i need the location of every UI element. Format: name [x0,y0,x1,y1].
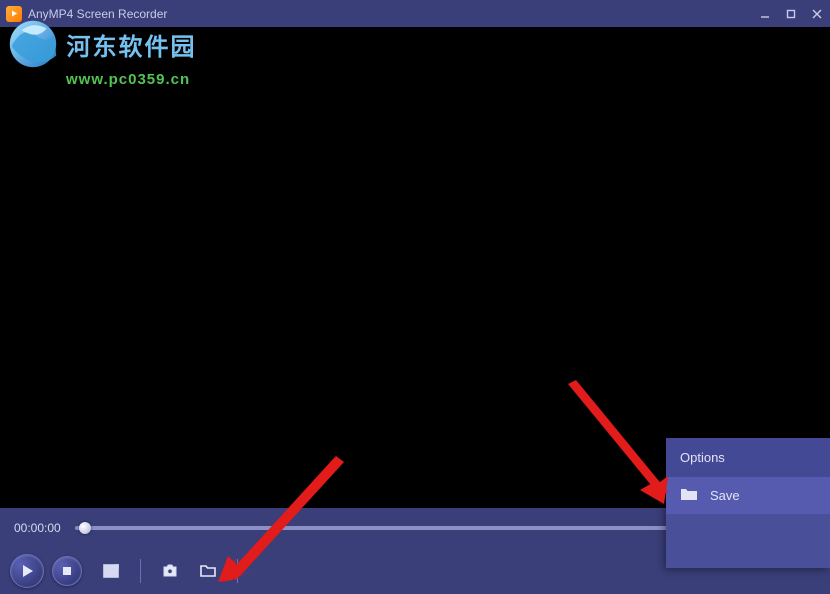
app-title: AnyMP4 Screen Recorder [28,7,167,21]
watermark-text: 河东软件园 [66,27,196,62]
app-window: AnyMP4 Screen Recorder 河东软件园 [0,0,830,594]
options-header: Options [666,438,830,477]
stop-icon [62,566,72,576]
divider [140,559,141,583]
maximize-button[interactable] [778,0,804,27]
options-list: Save [666,477,830,514]
options-spacer [666,514,830,568]
open-folder-button[interactable] [193,556,223,586]
options-item-label: Save [710,488,740,503]
maximize-icon [786,9,796,19]
camera-icon [161,562,179,580]
options-popup: Options Save [666,438,830,568]
minimize-icon [760,9,770,19]
options-item-save[interactable]: Save [666,477,830,514]
aspect-icon [102,562,120,580]
app-icon [6,6,22,22]
play-icon [20,564,34,578]
titlebar[interactable]: AnyMP4 Screen Recorder [0,0,830,27]
minimize-button[interactable] [752,0,778,27]
seek-thumb[interactable] [79,522,91,534]
divider [237,559,238,583]
close-icon [812,9,822,19]
watermark-url: www.pc0359.cn [66,71,196,88]
video-preview[interactable]: 河东软件园 www.pc0359.cn [0,27,830,508]
folder-icon [199,562,217,580]
stop-button[interactable] [52,556,82,586]
folder-icon [680,487,698,504]
play-button[interactable] [10,554,44,588]
aspect-button[interactable] [96,556,126,586]
snapshot-button[interactable] [155,556,185,586]
playback-time: 00:00:00 [14,521,61,535]
close-button[interactable] [804,0,830,27]
